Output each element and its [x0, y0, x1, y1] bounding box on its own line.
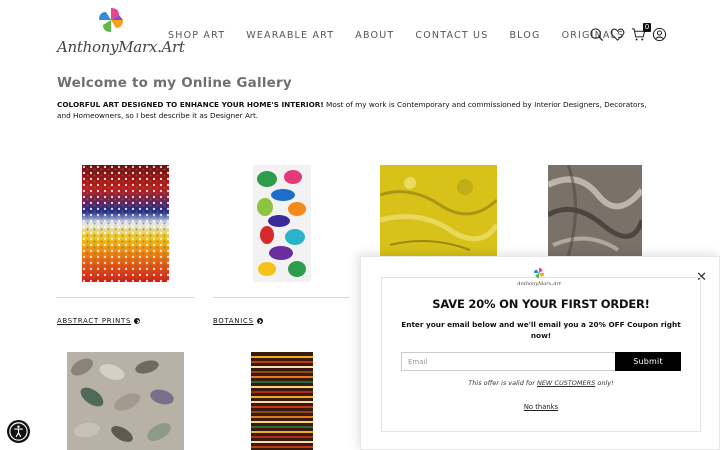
divider [213, 297, 350, 298]
logo-pinwheel-icon [533, 267, 545, 279]
offer-note-suffix: only! [595, 379, 614, 387]
page-title: Welcome to my Online Gallery [57, 75, 292, 91]
site-logo[interactable]: AnthonyMarx.Art [57, 6, 185, 58]
cart-count-badge: 0 [643, 23, 651, 32]
submit-button[interactable]: Submit [615, 352, 681, 371]
offer-note: This offer is valid for NEW CUSTOMERS on… [361, 379, 720, 387]
product-image-abstract[interactable] [82, 165, 169, 282]
arrow-circle-icon [134, 318, 141, 324]
popup-logo: AnthonyMarx.Art [504, 267, 574, 289]
popup-logo-text: AnthonyMarx.Art [516, 281, 562, 287]
nav-contact-us[interactable]: CONTACT US [415, 30, 488, 41]
category-link-botanics[interactable]: BOTANICS [213, 317, 263, 325]
discount-popup: ✕ AnthonyMarx.Art SAVE 20% ON YOUR FIRST… [360, 256, 720, 450]
account-icon[interactable] [652, 27, 667, 42]
category-label: ABSTRACT PRINTS [57, 317, 132, 325]
popup-description: Enter your email below and we'll email y… [401, 320, 681, 340]
product-image-leaves[interactable] [67, 352, 184, 450]
product-image-stripes[interactable] [251, 352, 313, 450]
arrow-circle-icon [256, 318, 263, 324]
email-field[interactable] [401, 352, 615, 371]
header-icons: 0 [589, 23, 673, 42]
no-thanks-link[interactable]: No thanks [361, 403, 720, 411]
logo-text: AnthonyMarx.Art [57, 38, 185, 56]
intro-bold: COLORFUL ART DESIGNED TO ENHANCE YOUR HO… [57, 100, 324, 109]
search-icon[interactable] [589, 27, 604, 42]
new-customers-link[interactable]: NEW CUSTOMERS [537, 379, 595, 387]
nav-about[interactable]: ABOUT [355, 30, 394, 41]
divider [57, 297, 194, 298]
category-link-abstract-prints[interactable]: ABSTRACT PRINTS [57, 317, 141, 325]
category-label: BOTANICS [213, 317, 254, 325]
product-image-botanics[interactable] [253, 165, 311, 282]
offer-note-prefix: This offer is valid for [468, 379, 537, 387]
heart-icon[interactable] [610, 27, 625, 42]
nav-shop-art[interactable]: SHOP ART [168, 30, 225, 41]
cart-icon[interactable]: 0 [631, 23, 651, 42]
nav-blog[interactable]: BLOG [509, 30, 540, 41]
nav-wearable-art[interactable]: WEARABLE ART [246, 30, 334, 41]
main-nav: SHOP ART WEARABLE ART ABOUT CONTACT US B… [168, 30, 645, 41]
intro-text: COLORFUL ART DESIGNED TO ENHANCE YOUR HO… [57, 99, 657, 121]
accessibility-icon [9, 422, 28, 441]
product-image-yellow[interactable] [380, 165, 497, 257]
accessibility-button[interactable] [7, 420, 30, 443]
popup-title: SAVE 20% ON YOUR FIRST ORDER! [432, 297, 650, 311]
product-image-marble[interactable] [548, 165, 642, 257]
logo-pinwheel-icon [99, 8, 123, 32]
